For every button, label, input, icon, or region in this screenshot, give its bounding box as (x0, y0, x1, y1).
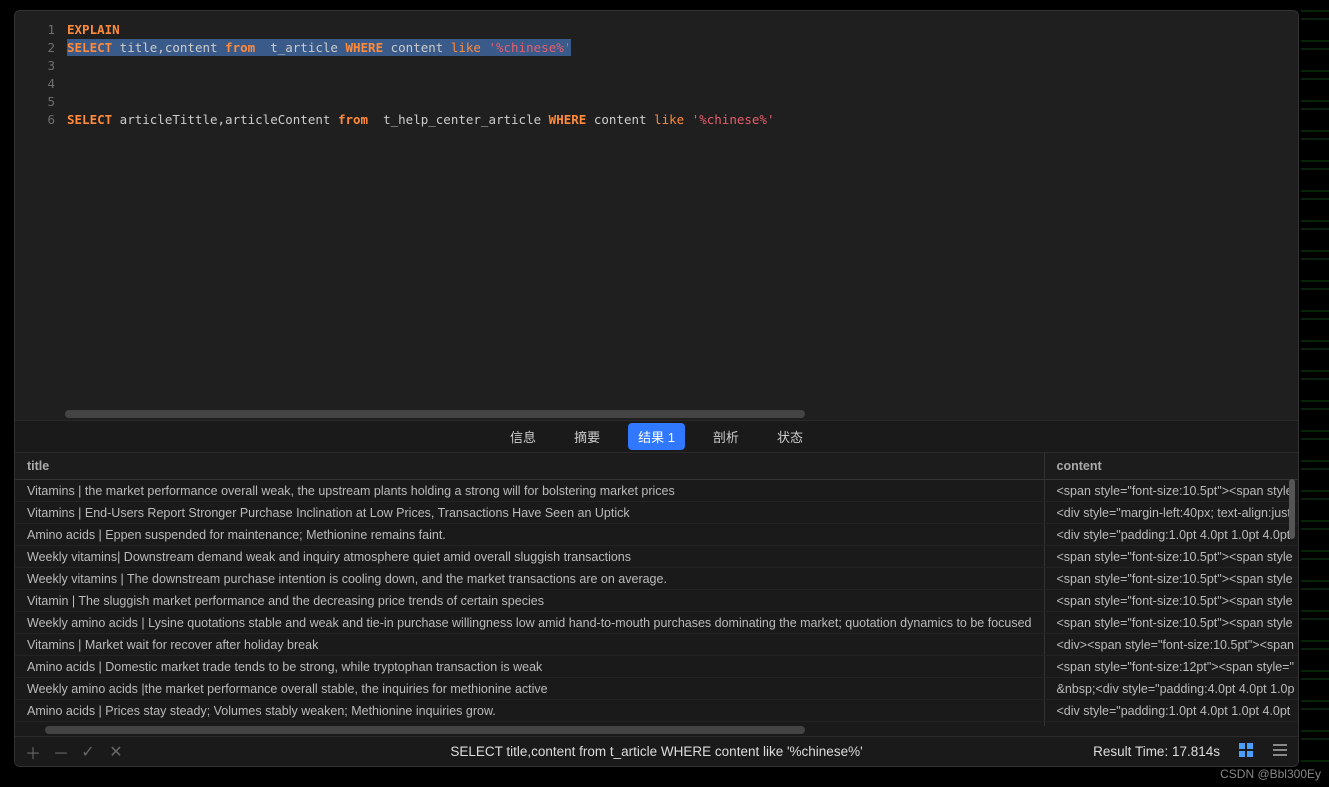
remove-button[interactable]: － (53, 740, 67, 764)
code-area[interactable]: EXPLAINSELECT title,content from t_artic… (63, 11, 1298, 408)
table-row[interactable]: Weekly vitamins| Downstream demand weak … (15, 546, 1298, 568)
cell-title[interactable]: Vitamins | End-Users Report Stronger Pur… (15, 502, 1044, 524)
table-row[interactable]: Vitamin | The sluggish market performanc… (15, 590, 1298, 612)
line-number: 5 (15, 93, 55, 111)
code-line[interactable] (67, 57, 1298, 75)
cell-title[interactable]: Weekly amino acids | Lysine quotations s… (15, 612, 1044, 634)
code-line[interactable]: SELECT articleTittle,articleContent from… (67, 111, 1298, 129)
form-view-button[interactable] (1272, 742, 1288, 761)
tab-摘要[interactable]: 摘要 (564, 423, 610, 450)
tab-结果 1[interactable]: 结果 1 (628, 423, 685, 450)
cell-content[interactable]: <span style="font-size:10.5pt"><span sty… (1044, 722, 1298, 727)
table-row[interactable]: Vitamins | the market performance overal… (15, 480, 1298, 502)
line-number: 2 (15, 39, 55, 57)
cell-content[interactable]: <div style="padding:1.0pt 4.0pt 1.0pt 4.… (1044, 524, 1298, 546)
line-number: 3 (15, 57, 55, 75)
cell-title[interactable]: Weekly amino acids |the market performan… (15, 678, 1044, 700)
minimap-strip (1301, 10, 1329, 767)
cancel-button[interactable]: ✕ (109, 742, 123, 762)
cell-title[interactable]: Vitamins | Market wait for recover after… (15, 634, 1044, 656)
line-number: 1 (15, 21, 55, 39)
line-number: 6 (15, 111, 55, 129)
sql-editor-panel: 123456 EXPLAINSELECT title,content from … (15, 11, 1298, 421)
table-row[interactable]: Weekly vitamins | The downstream purchas… (15, 568, 1298, 590)
cell-title[interactable]: Amino acids | Domestic market trade tend… (15, 656, 1044, 678)
cell-content[interactable]: <div style="padding:1.0pt 4.0pt 1.0pt 4.… (1044, 700, 1298, 722)
cell-content[interactable]: <span style="font-size:12pt"><span style… (1044, 656, 1298, 678)
grid-view-button[interactable] (1238, 742, 1254, 761)
cell-content[interactable]: <span style="font-size:10.5pt"><span sty… (1044, 480, 1298, 502)
results-v-scrollbar[interactable] (1289, 479, 1295, 539)
cell-content[interactable]: &nbsp;<div style="padding:4.0pt 4.0pt 1.… (1044, 678, 1298, 700)
code-line[interactable]: EXPLAIN (67, 21, 1298, 39)
table-row[interactable]: Amino acids | Prices stay steady; Volume… (15, 700, 1298, 722)
table-row[interactable]: Weekly amino acids |the market performan… (15, 678, 1298, 700)
table-row[interactable]: Vitamins | End-Users Report Stronger Pur… (15, 502, 1298, 524)
tab-剖析[interactable]: 剖析 (703, 423, 749, 450)
cell-content[interactable]: <div style="margin-left:40px; text-align… (1044, 502, 1298, 524)
result-tabs: 信息摘要结果 1 剖析状态 (15, 421, 1298, 453)
table-row[interactable]: Amino acids | Domestic market trade tend… (15, 656, 1298, 678)
result-time-label: Result Time: 17.814s (1093, 744, 1220, 759)
status-query-text: SELECT title,content from t_article WHER… (450, 744, 862, 759)
watermark: CSDN @Bbl300Ey (1220, 767, 1321, 781)
cell-title[interactable]: Vitamin | The sluggish market performanc… (15, 590, 1044, 612)
column-header-content[interactable]: content (1044, 453, 1298, 480)
add-button[interactable]: ＋ (25, 740, 39, 764)
cell-title[interactable]: Vitamins | the market performance overal… (15, 480, 1044, 502)
line-number: 4 (15, 75, 55, 93)
line-gutter: 123456 (15, 11, 63, 408)
app-window: 123456 EXPLAINSELECT title,content from … (14, 10, 1299, 767)
commit-button[interactable]: ✓ (81, 742, 95, 762)
results-panel: titlecontent Vitamins | the market perfo… (15, 453, 1298, 736)
cell-content[interactable]: <span style="font-size:10.5pt"><span sty… (1044, 590, 1298, 612)
code-line[interactable] (67, 93, 1298, 111)
results-table: titlecontent Vitamins | the market perfo… (15, 453, 1298, 726)
table-row[interactable]: Vitamins | Market wait for recover after… (15, 634, 1298, 656)
tab-信息[interactable]: 信息 (500, 423, 546, 450)
table-row[interactable]: Weekly amino acids | Lysine quotations s… (15, 612, 1298, 634)
results-h-scrollbar[interactable] (45, 726, 805, 734)
status-bar: ＋ － ✓ ✕ SELECT title,content from t_arti… (15, 736, 1298, 766)
cell-content[interactable]: <span style="font-size:10.5pt"><span sty… (1044, 546, 1298, 568)
cell-title[interactable]: Weekly vitamins| Downstream demand weak … (15, 546, 1044, 568)
cell-title[interactable]: Weekly vitamins | The downstream purchas… (15, 568, 1044, 590)
cell-title[interactable]: Amino acids | Eppen suspended for mainte… (15, 524, 1044, 546)
cell-title[interactable]: Amino acids | Prices stay steady; Volume… (15, 700, 1044, 722)
column-header-title[interactable]: title (15, 453, 1044, 480)
tab-状态[interactable]: 状态 (767, 423, 813, 450)
results-table-scroll[interactable]: titlecontent Vitamins | the market perfo… (15, 453, 1298, 726)
table-row[interactable]: Amino acids | Eppen suspended for mainte… (15, 524, 1298, 546)
code-line[interactable] (67, 75, 1298, 93)
editor-h-scrollbar[interactable] (65, 410, 805, 418)
sql-editor[interactable]: 123456 EXPLAINSELECT title,content from … (15, 11, 1298, 408)
cell-content[interactable]: <div><span style="font-size:10.5pt"><spa… (1044, 634, 1298, 656)
cell-content[interactable]: <span style="font-size:10.5pt"><span sty… (1044, 568, 1298, 590)
cell-content[interactable]: <span style="font-size:10.5pt"><span sty… (1044, 612, 1298, 634)
code-line[interactable]: SELECT title,content from t_article WHER… (67, 39, 1298, 57)
